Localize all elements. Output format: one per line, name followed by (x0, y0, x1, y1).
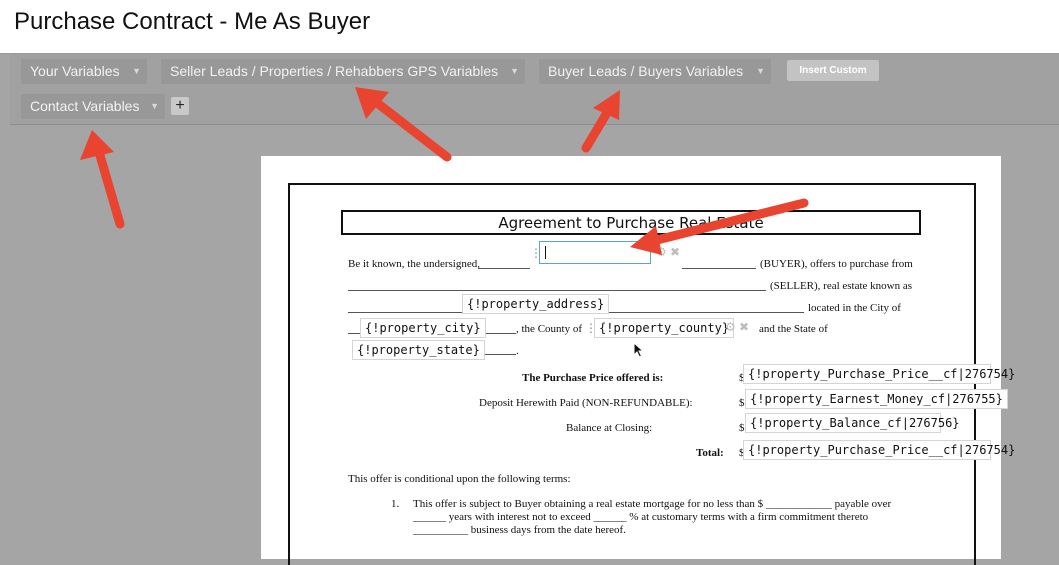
balance-label: Balance at Closing: (566, 422, 653, 434)
arrow-annotation (80, 130, 125, 229)
city-label: located in the City of (808, 302, 901, 314)
balance-field[interactable]: {!property_Balance_cf|276756} (745, 413, 960, 433)
buyer-line-prefix: Be it known, the undersigned, (348, 258, 480, 270)
seller-variables-dropdown[interactable]: Seller Leads / Properties / Rehabbers GP… (161, 59, 525, 84)
term-number: 1. (391, 498, 400, 510)
add-variable-button[interactable]: + (171, 97, 189, 115)
seller-line-suffix: (SELLER), real estate known as (770, 280, 913, 292)
currency-symbol: $ (739, 397, 745, 409)
currency-symbol: $ (739, 422, 745, 434)
seller-blank-line (348, 290, 766, 291)
close-icon[interactable]: ✖ (739, 320, 749, 335)
gear-icon[interactable]: ⚙ (656, 245, 667, 260)
total-label: Total: (696, 447, 724, 459)
deposit-label: Deposit Herewith Paid (NON-REFUNDABLE): (479, 397, 693, 409)
contact-variables-label: Contact Variables (30, 98, 140, 114)
property-state-field[interactable]: {!property_state} (352, 340, 485, 360)
contact-variables-dropdown[interactable]: Contact Variables ▼ (21, 94, 165, 119)
buyer-line-suffix: (BUYER), offers to purchase from (760, 258, 913, 270)
document-heading: Agreement to Purchase Real Estate (341, 210, 921, 235)
page-title: Purchase Contract - Me As Buyer (14, 8, 371, 35)
blank-line (682, 268, 756, 269)
title-bar: Purchase Contract - Me As Buyer (0, 0, 1059, 54)
property-county-field[interactable]: {!property_county} (594, 318, 735, 338)
chevron-down-icon: ▼ (756, 66, 765, 76)
buyer-variables-dropdown[interactable]: Buyer Leads / Buyers Variables ▼ (539, 59, 771, 84)
purchase-price-field[interactable]: {!property_Purchase_Price__cf|276754} (743, 364, 1015, 384)
close-icon[interactable]: ✖ (670, 245, 680, 260)
gear-icon[interactable]: ⚙ (725, 320, 736, 335)
chevron-down-icon: ▼ (510, 66, 519, 76)
your-variables-dropdown[interactable]: Your Variables ▼ (21, 59, 147, 84)
term-line: __________ business days from the date h… (413, 524, 626, 536)
state-label: and the State of (759, 323, 828, 335)
conditions-intro: This offer is conditional upon the follo… (348, 473, 571, 485)
your-variables-label: Your Variables (30, 63, 120, 79)
term-line: This offer is subject to Buyer obtaining… (413, 498, 892, 510)
buyer-variables-label: Buyer Leads / Buyers Variables (548, 63, 744, 79)
county-label: , the County of (516, 323, 582, 335)
term-line: ______ years with interest not to exceed… (413, 511, 869, 523)
insert-custom-button[interactable]: Insert Custom (787, 60, 879, 81)
buyer-name-input[interactable] (539, 241, 651, 264)
price-label: The Purchase Price offered is: (522, 372, 664, 384)
property-city-field[interactable]: {!property_city} (360, 318, 486, 338)
chevron-down-icon: ▼ (132, 66, 141, 76)
blank-line (478, 268, 530, 269)
mouse-cursor-icon (633, 342, 645, 358)
property-address-field[interactable]: {!property_address} (462, 294, 610, 314)
total-field[interactable]: {!property_Purchase_Price__cf|276754} (743, 440, 1015, 460)
state-period: . (516, 345, 519, 357)
seller-variables-label: Seller Leads / Properties / Rehabbers GP… (170, 63, 499, 79)
variables-toolbar: Your Variables ▼ Seller Leads / Properti… (10, 54, 1059, 125)
earnest-money-field[interactable]: {!property_Earnest_Money_cf|276755} (745, 389, 1008, 409)
chevron-down-icon: ▼ (150, 101, 159, 111)
